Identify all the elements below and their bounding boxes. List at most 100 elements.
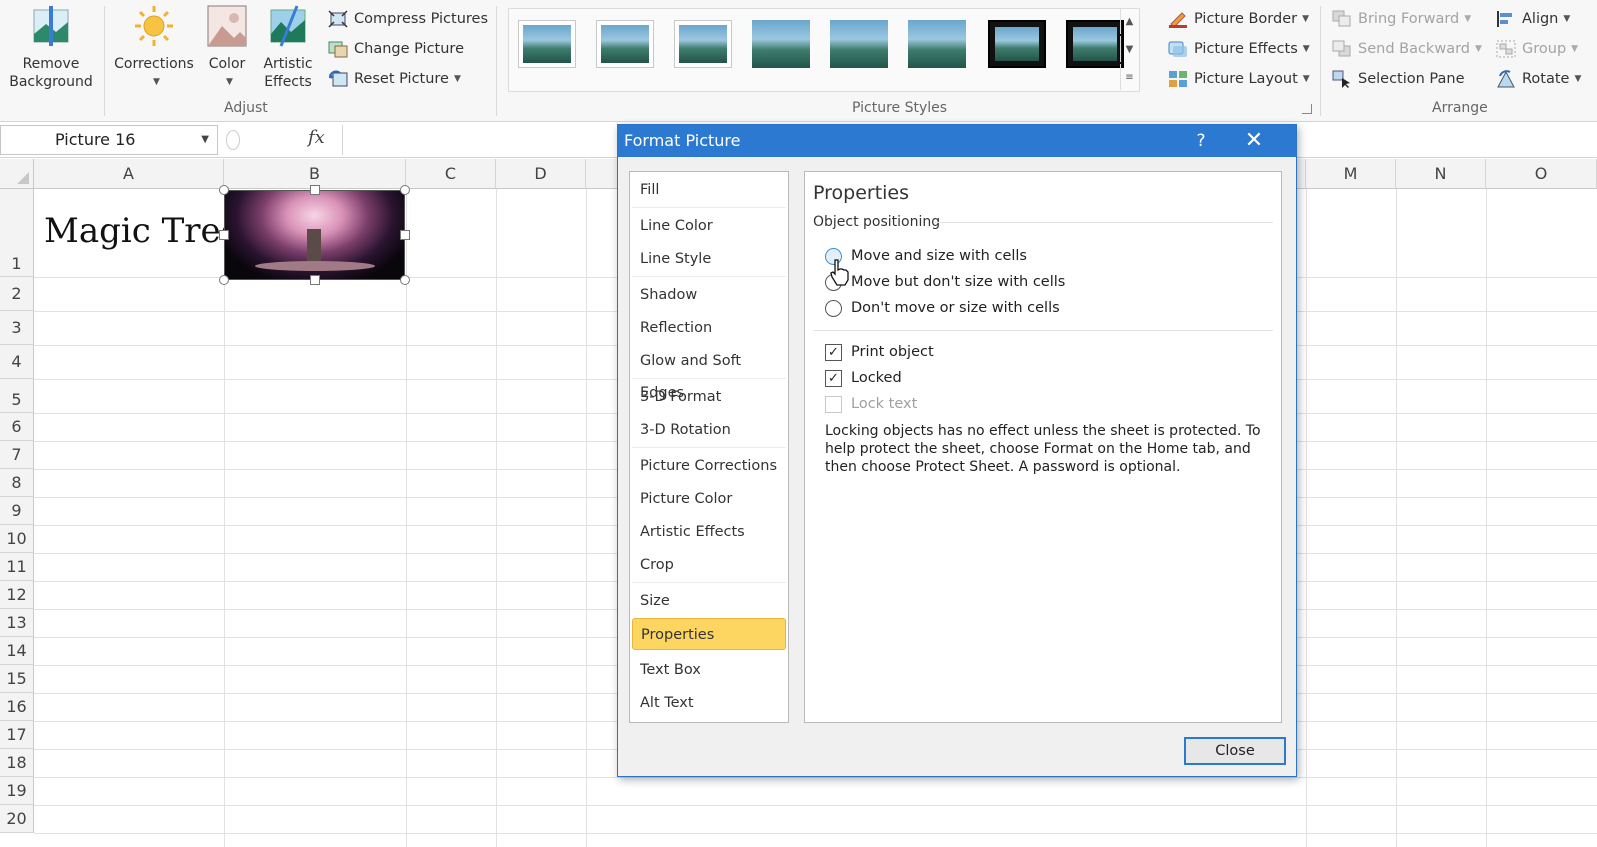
locked-checkbox[interactable]: ✓ Locked: [825, 368, 902, 388]
picture-layout-button[interactable]: Picture Layout ▼: [1168, 68, 1310, 90]
picture-style-thumbnail[interactable]: [988, 20, 1046, 68]
send-backward-button[interactable]: Send Backward ▼: [1332, 38, 1482, 60]
column-header-c[interactable]: C: [406, 159, 496, 189]
picture-style-thumbnail[interactable]: [908, 20, 966, 68]
resize-handle[interactable]: [219, 185, 229, 195]
row-header[interactable]: 4: [0, 345, 34, 379]
help-icon[interactable]: ?: [1186, 125, 1216, 157]
radio-dont-move-or-size[interactable]: Don't move or size with cells: [825, 298, 1060, 318]
gridline: [34, 805, 1597, 806]
row-header[interactable]: 5: [0, 379, 34, 413]
print-object-checkbox[interactable]: ✓ Print object: [825, 342, 934, 362]
picture-border-button[interactable]: Picture Border ▼: [1168, 8, 1309, 30]
nav-item-picture-color[interactable]: Picture Color: [632, 483, 786, 515]
nav-item-crop[interactable]: Crop: [632, 549, 786, 581]
remove-background-button[interactable]: Remove Background: [4, 4, 98, 91]
picture-style-thumbnail[interactable]: [674, 20, 732, 68]
row-header[interactable]: 18: [0, 749, 34, 777]
align-button[interactable]: Align ▼: [1496, 8, 1570, 30]
section-divider: [935, 222, 1273, 223]
row-header[interactable]: 15: [0, 665, 34, 693]
radio-move-dont-size[interactable]: Move but don't size with cells: [825, 272, 1065, 292]
nav-item-text-box[interactable]: Text Box: [632, 654, 786, 686]
nav-item-3d-format[interactable]: 3-D Format: [632, 381, 786, 413]
dialog-launcher-icon[interactable]: [1302, 104, 1312, 114]
column-header-a[interactable]: A: [34, 159, 224, 189]
nav-item-size[interactable]: Size: [632, 585, 786, 617]
column-header-o[interactable]: O: [1486, 159, 1597, 189]
row-header[interactable]: 8: [0, 469, 34, 497]
compress-pictures-label: Compress Pictures: [354, 11, 489, 27]
close-button[interactable]: Close: [1184, 737, 1286, 765]
artistic-effects-button[interactable]: Artistic Effects: [256, 4, 320, 91]
row-header[interactable]: 3: [0, 311, 34, 345]
select-all-corner[interactable]: [0, 159, 34, 189]
nav-item-picture-corrections[interactable]: Picture Corrections: [632, 450, 786, 482]
nav-item-3d-rotation[interactable]: 3-D Rotation: [632, 414, 786, 446]
compress-pictures-button[interactable]: Compress Pictures: [328, 8, 488, 30]
gallery-scroll-down-icon[interactable]: ▼: [1120, 36, 1138, 62]
row-header[interactable]: 6: [0, 413, 34, 441]
row-header[interactable]: 10: [0, 525, 34, 553]
ribbon-separator: [496, 6, 497, 116]
row-header[interactable]: 14: [0, 637, 34, 665]
row-header[interactable]: 16: [0, 693, 34, 721]
chevron-down-icon: ▼: [1302, 14, 1310, 24]
gallery-scroll-up-icon[interactable]: ▲: [1120, 8, 1138, 34]
selection-pane-button[interactable]: Selection Pane: [1332, 68, 1465, 90]
picture-style-thumbnail[interactable]: [1066, 20, 1124, 68]
nav-item-artistic-effects[interactable]: Artistic Effects: [632, 516, 786, 548]
nav-item-alt-text[interactable]: Alt Text: [632, 687, 786, 719]
corrections-button[interactable]: Corrections ▼: [110, 4, 198, 91]
nav-item-line-color[interactable]: Line Color: [632, 210, 786, 242]
row-header[interactable]: 19: [0, 777, 34, 805]
change-picture-button[interactable]: Change Picture: [328, 38, 464, 60]
group-button[interactable]: Group ▼: [1496, 38, 1578, 60]
chevron-down-icon[interactable]: ▼: [201, 134, 209, 145]
name-box[interactable]: Picture 16 ▼: [0, 125, 218, 155]
row-header[interactable]: 11: [0, 553, 34, 581]
cell-a1[interactable]: Magic Tree: [44, 211, 241, 251]
picture-style-thumbnail[interactable]: [752, 20, 810, 68]
resize-handle[interactable]: [219, 230, 229, 240]
nav-item-reflection[interactable]: Reflection: [632, 312, 786, 344]
nav-item-glow-soft-edges[interactable]: Glow and Soft Edges: [632, 345, 786, 401]
formula-bar-handle[interactable]: [226, 130, 240, 150]
picture-style-thumbnail[interactable]: [830, 20, 888, 68]
insert-function-icon[interactable]: fx: [308, 127, 325, 148]
gallery-more-icon[interactable]: ≡: [1120, 64, 1138, 90]
nav-item-fill[interactable]: Fill: [632, 174, 786, 206]
row-header[interactable]: 12: [0, 581, 34, 609]
row-header[interactable]: 9: [0, 497, 34, 525]
resize-handle[interactable]: [310, 275, 320, 285]
resize-handle[interactable]: [400, 185, 410, 195]
row-header[interactable]: 13: [0, 609, 34, 637]
row-header[interactable]: 2: [0, 277, 34, 311]
resize-handle[interactable]: [400, 230, 410, 240]
close-icon[interactable]: ✕: [1234, 125, 1274, 157]
nav-item-properties[interactable]: Properties: [632, 618, 786, 650]
row-header[interactable]: 1: [0, 189, 34, 277]
resize-handle[interactable]: [400, 275, 410, 285]
picture-object[interactable]: [224, 190, 405, 280]
row-header[interactable]: 7: [0, 441, 34, 469]
nav-item-line-style[interactable]: Line Style: [632, 243, 786, 275]
row-header[interactable]: 17: [0, 721, 34, 749]
lock-text-checkbox[interactable]: Lock text: [825, 394, 917, 414]
color-button[interactable]: Color ▼: [202, 4, 252, 91]
picture-style-thumbnail[interactable]: [518, 20, 576, 68]
picture-effects-button[interactable]: Picture Effects ▼: [1168, 38, 1310, 60]
column-header-d[interactable]: D: [496, 159, 586, 189]
reset-picture-button[interactable]: Reset Picture ▼: [328, 68, 461, 90]
bring-forward-button[interactable]: Bring Forward ▼: [1332, 8, 1471, 30]
nav-item-shadow[interactable]: Shadow: [632, 279, 786, 311]
column-header-m[interactable]: M: [1306, 159, 1396, 189]
selection-pane-icon: [1332, 70, 1350, 88]
resize-handle[interactable]: [219, 275, 229, 285]
resize-handle[interactable]: [310, 185, 320, 195]
row-header[interactable]: 20: [0, 805, 34, 833]
radio-move-and-size[interactable]: Move and size with cells: [825, 246, 1027, 266]
rotate-button[interactable]: Rotate ▼: [1496, 68, 1581, 90]
column-header-n[interactable]: N: [1396, 159, 1486, 189]
picture-style-thumbnail[interactable]: [596, 20, 654, 68]
